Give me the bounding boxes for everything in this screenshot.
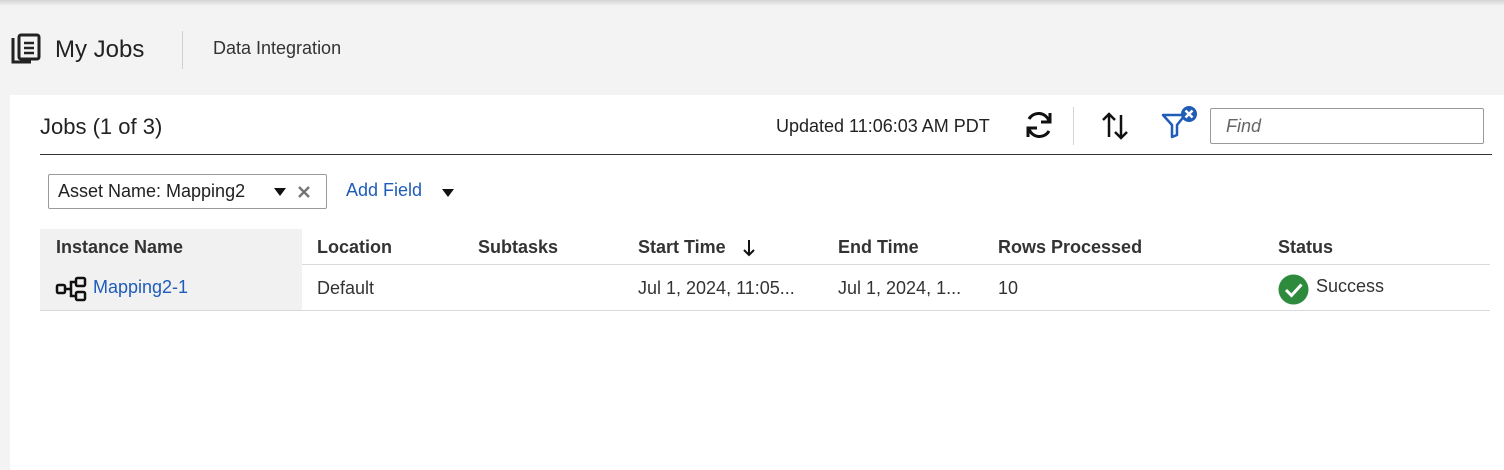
- column-header-subtasks[interactable]: Subtasks: [478, 237, 558, 258]
- jobs-panel: Jobs (1 of 3) Updated 11:06:03 AM PDT As…: [10, 95, 1504, 470]
- toolbar-rule: [40, 154, 1492, 155]
- column-header-status[interactable]: Status: [1278, 237, 1333, 258]
- top-shadow: [0, 0, 1504, 6]
- success-check-icon: [1278, 274, 1309, 305]
- cell-end-time: Jul 1, 2024, 1...: [838, 278, 962, 298]
- column-header-start-time[interactable]: Start Time: [638, 237, 726, 258]
- header-subtitle: Data Integration: [213, 38, 342, 58]
- add-field-caret-icon[interactable]: [441, 187, 455, 199]
- column-header-end-time[interactable]: End Time: [838, 237, 919, 258]
- add-field-button[interactable]: Add Field: [346, 180, 422, 201]
- cell-start-time: Jul 1, 2024, 11:05...: [638, 278, 795, 298]
- updated-timestamp: Updated 11:06:03 AM PDT: [776, 116, 990, 136]
- refresh-icon[interactable]: [1022, 108, 1056, 142]
- page-title: My Jobs: [55, 36, 145, 63]
- column-header-rows-processed[interactable]: Rows Processed: [998, 237, 1142, 258]
- cell-rows-processed: 10: [998, 278, 1019, 298]
- cell-status: Success: [1316, 276, 1385, 296]
- header-divider: [182, 31, 183, 69]
- jobs-count-title: Jobs (1 of 3): [40, 114, 163, 139]
- instance-name-link[interactable]: Mapping2-1: [93, 277, 188, 298]
- find-input[interactable]: [1210, 108, 1484, 144]
- column-header-location[interactable]: Location: [317, 237, 392, 258]
- sort-descending-icon[interactable]: [742, 239, 756, 257]
- cell-location: Default: [317, 278, 375, 298]
- caret-down-icon[interactable]: [273, 186, 287, 198]
- filter-chip-label: Asset Name: Mapping2: [58, 181, 246, 201]
- table-row[interactable]: Mapping2-1 Default Jul 1, 2024, 11:05...…: [40, 265, 1490, 311]
- remove-filter-icon[interactable]: [296, 184, 312, 200]
- jobs-icon: [11, 33, 41, 64]
- clear-filter-icon[interactable]: [1160, 105, 1200, 141]
- column-header-instance-name[interactable]: Instance Name: [56, 237, 183, 258]
- table-header: Instance Name Location Subtasks Start Ti…: [40, 229, 1490, 265]
- sort-icon[interactable]: [1100, 110, 1130, 142]
- asset-name-filter-chip[interactable]: Asset Name: Mapping2: [48, 174, 327, 209]
- mapping-icon: [55, 276, 87, 302]
- page-header: My Jobs Data Integration: [0, 28, 1504, 72]
- toolbar-divider: [1073, 107, 1074, 145]
